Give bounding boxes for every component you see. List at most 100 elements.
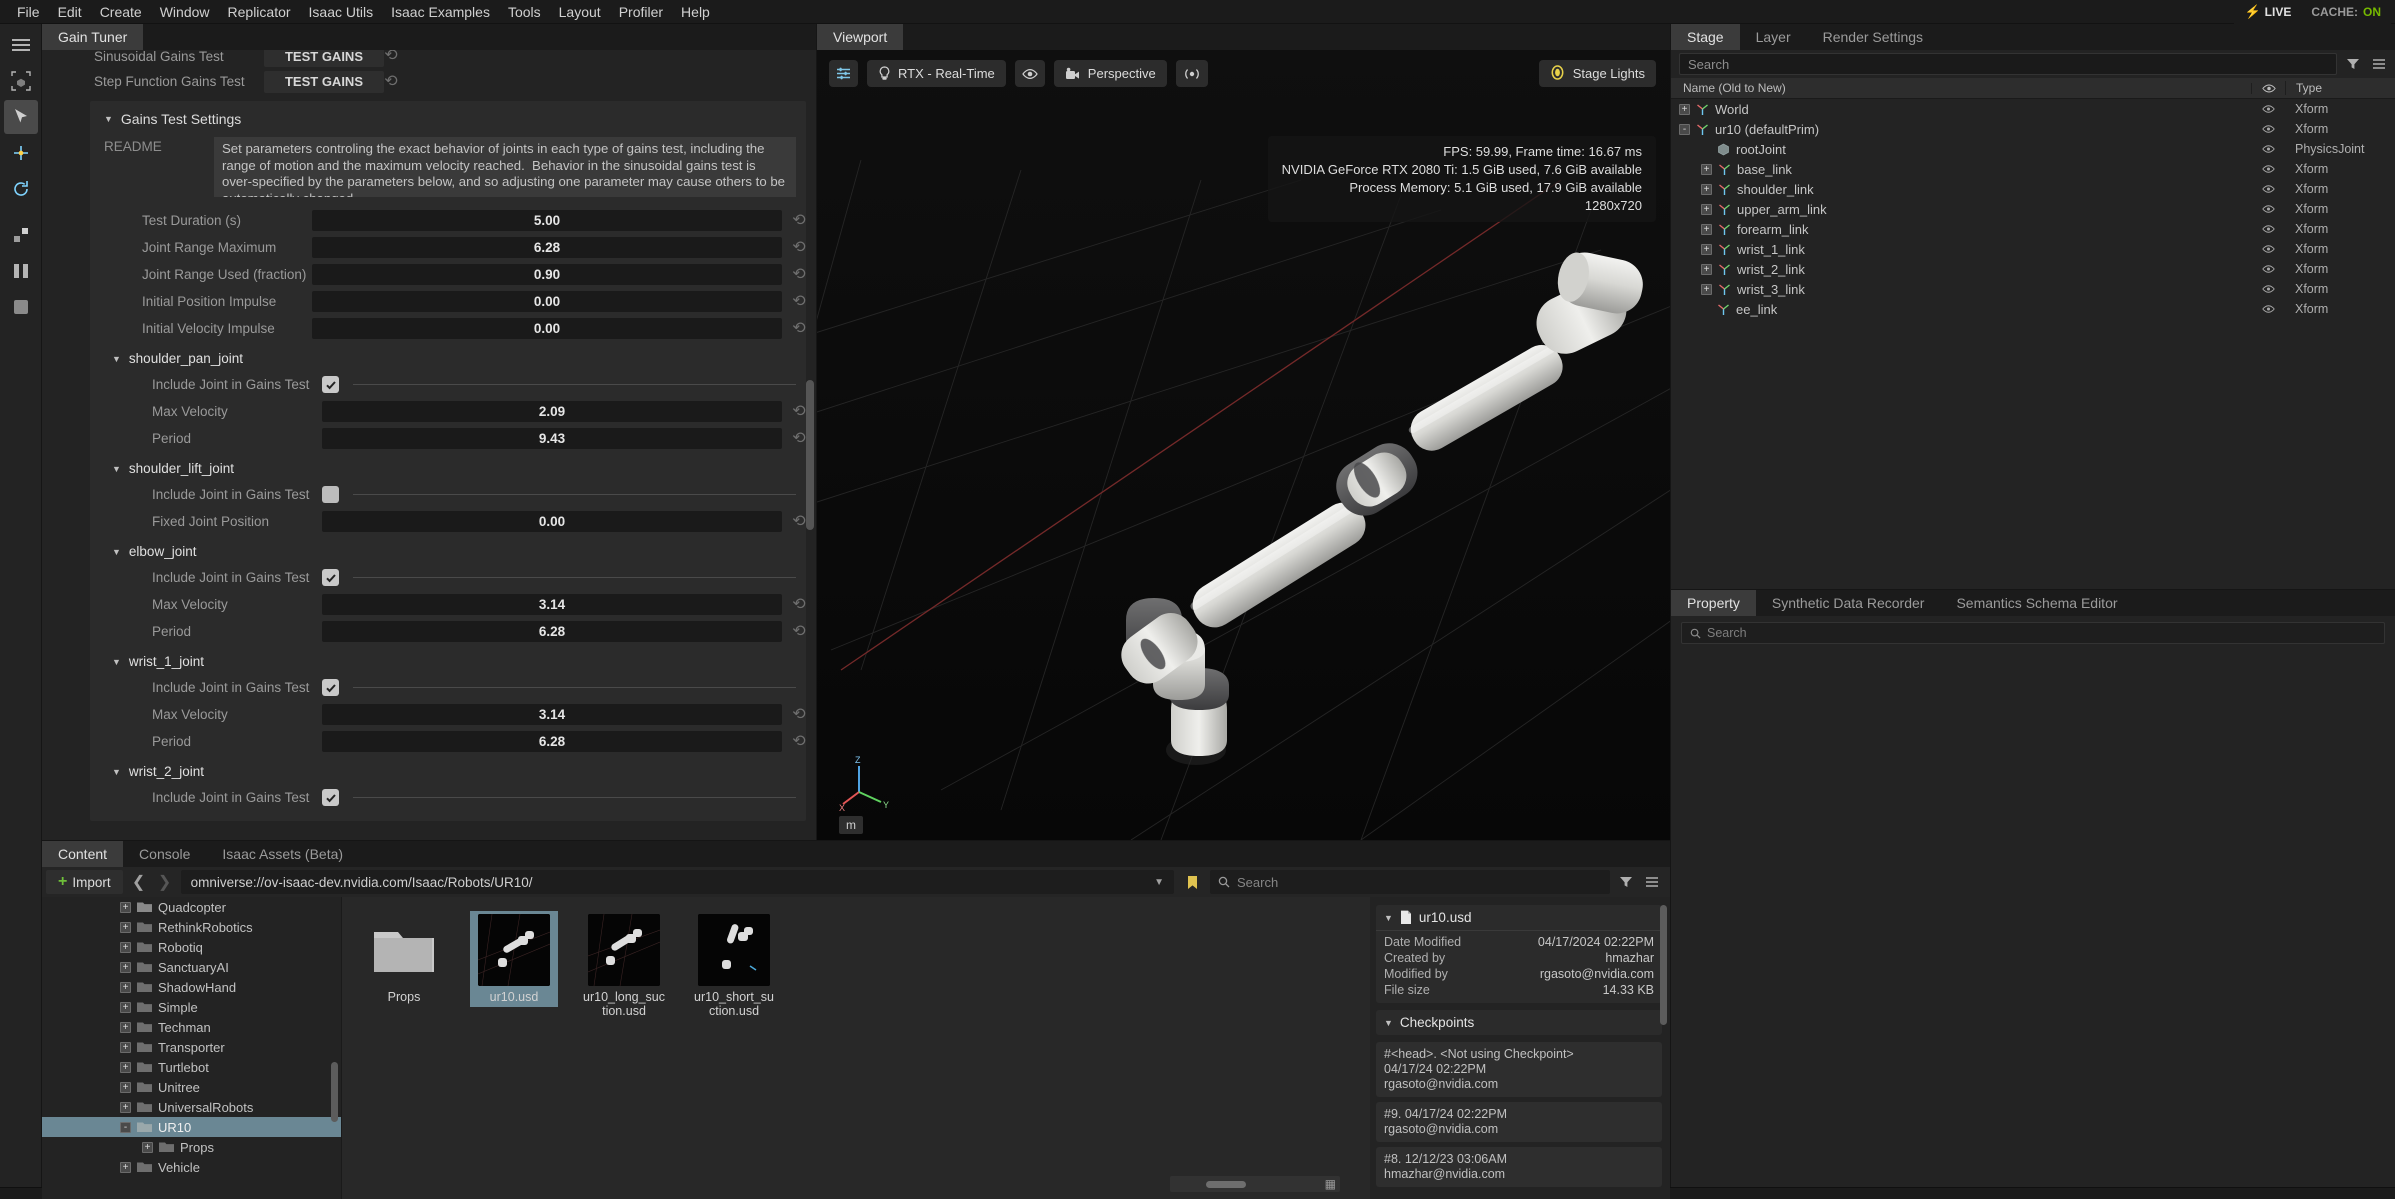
- visibility-eye-icon[interactable]: [2251, 224, 2285, 234]
- visibility-eye-icon[interactable]: [2251, 244, 2285, 254]
- field-fixed-joint-position[interactable]: 0.00: [322, 511, 782, 532]
- menu-file[interactable]: File: [8, 0, 49, 24]
- grid-horizontal-scrollbar[interactable]: ▦: [1170, 1176, 1340, 1192]
- stage-row-shoulder-link[interactable]: + shoulder_link Xform: [1671, 179, 2395, 199]
- joint-header-elbow[interactable]: ▼ elbow_joint: [100, 535, 806, 564]
- menu-create[interactable]: Create: [91, 0, 151, 24]
- tree-item-quadcopter[interactable]: + Quadcopter: [42, 897, 341, 917]
- expander-icon[interactable]: +: [142, 1141, 153, 1153]
- tab-layer[interactable]: Layer: [1739, 24, 1807, 50]
- joint-header-wrist-1[interactable]: ▼ wrist_1_joint: [100, 645, 806, 674]
- reset-icon[interactable]: ⟲: [792, 513, 806, 529]
- visibility-eye-icon[interactable]: [2251, 304, 2285, 314]
- tree-item-transporter[interactable]: + Transporter: [42, 1037, 341, 1057]
- tree-item-robotiq[interactable]: + Robotiq: [42, 937, 341, 957]
- menu-isaac-utils[interactable]: Isaac Utils: [300, 0, 383, 24]
- tree-item-simple[interactable]: + Simple: [42, 997, 341, 1017]
- sliders-icon[interactable]: [829, 60, 858, 87]
- visibility-eye-icon[interactable]: [2251, 204, 2285, 214]
- property-search-input[interactable]: Search: [1681, 622, 2385, 644]
- field-initial-position-impulse[interactable]: 0.00: [312, 291, 782, 312]
- field-max-velocity-wrist-1[interactable]: 3.14: [322, 704, 782, 725]
- expander-icon[interactable]: +: [120, 1081, 131, 1093]
- expander-icon[interactable]: +: [120, 921, 131, 933]
- checkpoint-item[interactable]: #8. 12/12/23 03:06AM hmazhar@nvidia.com: [1376, 1147, 1662, 1187]
- stage-row-rootjoint[interactable]: rootJoint PhysicsJoint: [1671, 139, 2395, 159]
- reset-icon-initial-position-impulse[interactable]: ⟲: [792, 293, 806, 309]
- expander-icon[interactable]: +: [1701, 163, 1712, 175]
- reset-icon[interactable]: ⟲: [792, 733, 806, 749]
- visibility-eye-icon[interactable]: [2251, 184, 2285, 194]
- file-info-header[interactable]: ▼ ur10.usd: [1376, 905, 1662, 931]
- stage-row-ee-link[interactable]: ee_link Xform: [1671, 299, 2395, 319]
- stage-row-ur10[interactable]: - ur10 (defaultPrim) Xform: [1671, 119, 2395, 139]
- reset-icon-joint-range-maximum[interactable]: ⟲: [792, 239, 806, 255]
- tab-synthetic-data-recorder[interactable]: Synthetic Data Recorder: [1755, 590, 1941, 616]
- content-search-input[interactable]: Search: [1210, 870, 1610, 894]
- bookmark-icon[interactable]: [1180, 875, 1204, 890]
- checkbox-include-elbow[interactable]: [322, 569, 339, 586]
- expander-icon[interactable]: -: [1679, 123, 1690, 135]
- move-tool-icon[interactable]: [4, 136, 38, 170]
- tab-property[interactable]: Property: [1671, 590, 1756, 616]
- tree-scrollbar[interactable]: [331, 1062, 338, 1122]
- reset-icon[interactable]: ⟲: [792, 706, 806, 722]
- tab-semantics-schema-editor[interactable]: Semantics Schema Editor: [1940, 590, 2134, 616]
- reset-icon[interactable]: ⟲: [792, 596, 806, 612]
- grid-item-props[interactable]: Props: [360, 911, 448, 1007]
- reset-icon[interactable]: ⟲: [792, 623, 806, 639]
- menu-layout[interactable]: Layout: [550, 0, 610, 24]
- tree-item-vehicle[interactable]: + Vehicle: [42, 1157, 341, 1177]
- tree-item-techman[interactable]: + Techman: [42, 1017, 341, 1037]
- tab-isaac-assets[interactable]: Isaac Assets (Beta): [206, 841, 360, 867]
- expander-icon[interactable]: +: [1701, 223, 1712, 235]
- menu-edit[interactable]: Edit: [49, 0, 91, 24]
- expander-icon[interactable]: +: [1701, 263, 1712, 275]
- tree-item-universalrobots[interactable]: + UniversalRobots: [42, 1097, 341, 1117]
- expander-icon[interactable]: +: [1701, 243, 1712, 255]
- field-max-velocity-elbow[interactable]: 3.14: [322, 594, 782, 615]
- scale-tool-icon[interactable]: [4, 218, 38, 252]
- live-status-badge[interactable]: ⚡ LIVE: [2234, 0, 2302, 24]
- gain-tuner-vertical-scrollbar[interactable]: [806, 380, 814, 530]
- tree-item-props[interactable]: + Props: [42, 1137, 341, 1157]
- expander-icon[interactable]: +: [120, 1101, 131, 1113]
- reset-icon-initial-velocity-impulse[interactable]: ⟲: [792, 320, 806, 336]
- expander-icon[interactable]: +: [120, 1061, 131, 1073]
- stage-row-base-link[interactable]: + base_link Xform: [1671, 159, 2395, 179]
- eye-icon[interactable]: [1014, 60, 1045, 87]
- stage-search-input[interactable]: Search: [1679, 53, 2337, 75]
- expander-icon[interactable]: -: [120, 1121, 131, 1133]
- tab-stage[interactable]: Stage: [1671, 24, 1740, 50]
- reset-icon[interactable]: ⟲: [792, 403, 806, 419]
- menu-profiler[interactable]: Profiler: [610, 0, 672, 24]
- menu-hamburger-icon[interactable]: [4, 28, 38, 62]
- expander-icon[interactable]: +: [120, 1161, 131, 1173]
- expander-icon[interactable]: +: [120, 1041, 131, 1053]
- forward-arrow-icon[interactable]: ❯: [155, 870, 175, 894]
- column-header-type[interactable]: Type: [2285, 81, 2395, 95]
- visibility-eye-icon[interactable]: [2251, 284, 2285, 294]
- checkbox-include-wrist-2[interactable]: [322, 789, 339, 806]
- sinusoidal-test-gains-button[interactable]: TEST GAINS: [264, 50, 384, 67]
- expander-icon[interactable]: +: [120, 901, 131, 913]
- tree-item-unitree[interactable]: + Unitree: [42, 1077, 341, 1097]
- expander-icon[interactable]: +: [120, 941, 131, 953]
- checkpoints-header[interactable]: ▼ Checkpoints: [1376, 1010, 1662, 1035]
- checkpoint-item[interactable]: #<head>. <Not using Checkpoint> 04/17/24…: [1376, 1042, 1662, 1097]
- tab-console[interactable]: Console: [123, 841, 207, 867]
- step-function-test-gains-button[interactable]: TEST GAINS: [264, 70, 384, 93]
- visibility-eye-icon[interactable]: [2251, 124, 2285, 134]
- filter-icon[interactable]: [2343, 54, 2363, 74]
- menu-help[interactable]: Help: [672, 0, 719, 24]
- visibility-eye-icon[interactable]: [2251, 144, 2285, 154]
- detail-scrollbar[interactable]: [1660, 905, 1667, 1025]
- tree-item-ur10[interactable]: - UR10: [42, 1117, 341, 1137]
- chevron-down-icon[interactable]: ▼: [1154, 877, 1164, 888]
- reset-icon[interactable]: ⟲: [792, 430, 806, 446]
- stage-row-wrist-3-link[interactable]: + wrist_3_link Xform: [1671, 279, 2395, 299]
- reset-icon-joint-range-used[interactable]: ⟲: [792, 266, 806, 282]
- camera-selector[interactable]: Perspective: [1053, 60, 1167, 87]
- unit-badge[interactable]: m: [839, 816, 863, 834]
- hamburger-icon[interactable]: [2369, 54, 2389, 74]
